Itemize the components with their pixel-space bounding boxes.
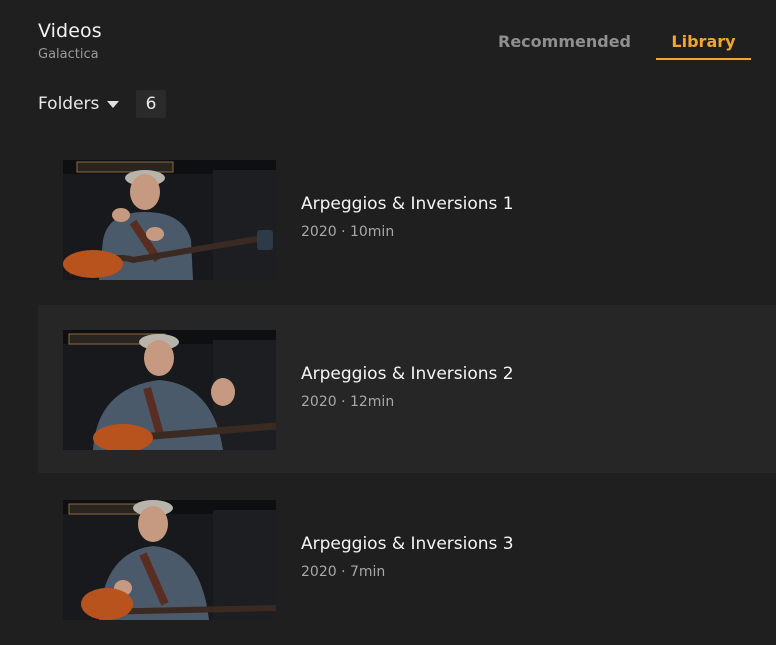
tab-label: Library	[671, 32, 736, 51]
video-thumbnail	[63, 330, 276, 450]
tab-label: Recommended	[498, 32, 631, 51]
video-meta: 2020 · 10min	[301, 224, 395, 240]
tab-bar: Recommended Library	[0, 30, 776, 62]
video-list-item[interactable]: Arpeggios & Inversions 2 2020 · 12min	[38, 305, 776, 473]
video-thumbnail	[63, 160, 276, 280]
tab-recommended[interactable]: Recommended	[498, 30, 631, 60]
video-list-item[interactable]: Arpeggios & Inversions 1 2020 · 10min	[38, 143, 776, 311]
tab-library[interactable]: Library	[656, 30, 751, 60]
folders-label: Folders	[38, 94, 100, 114]
folders-dropdown[interactable]: Folders	[38, 92, 120, 116]
folder-count-badge: 6	[136, 90, 166, 118]
video-thumbnail	[63, 500, 276, 620]
video-title: Arpeggios & Inversions 2	[301, 364, 514, 384]
active-tab-indicator	[656, 58, 751, 60]
videos-page: Videos Galactica Recommended Library Fol…	[0, 0, 776, 645]
video-title: Arpeggios & Inversions 1	[301, 194, 514, 214]
video-title: Arpeggios & Inversions 3	[301, 534, 514, 554]
video-meta: 2020 · 12min	[301, 394, 395, 410]
caret-down-icon	[107, 101, 120, 108]
video-list-item[interactable]: Arpeggios & Inversions 3 2020 · 7min	[38, 483, 776, 645]
video-meta: 2020 · 7min	[301, 564, 386, 580]
